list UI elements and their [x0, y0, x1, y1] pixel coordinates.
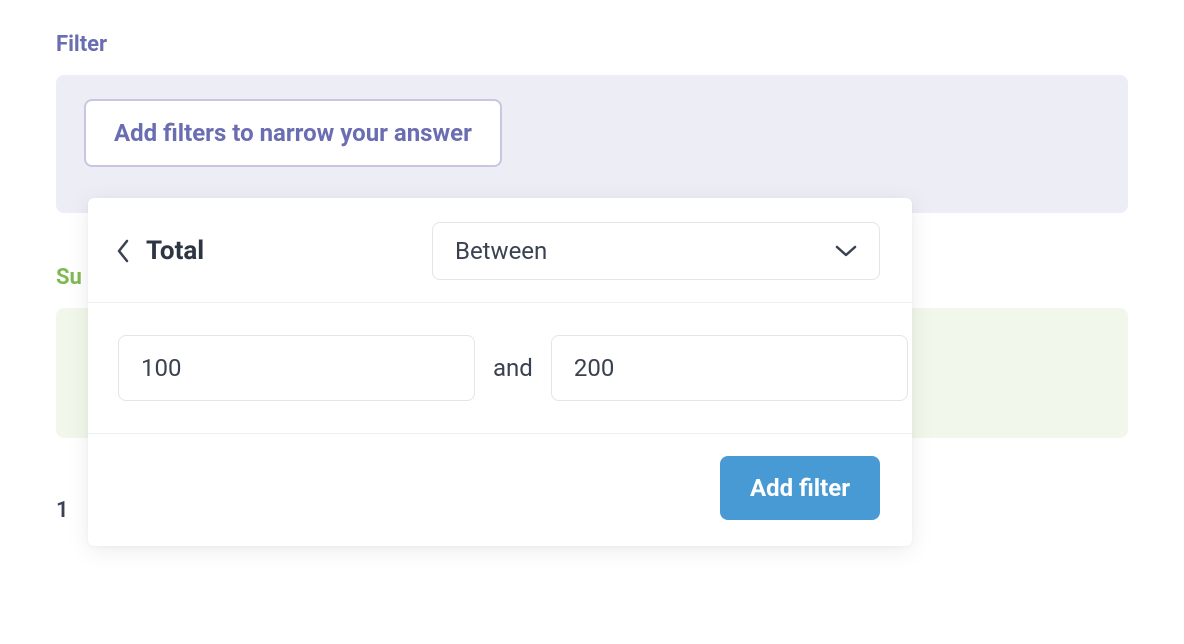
popover-body: and — [88, 303, 912, 434]
range-conjunction: and — [493, 354, 533, 382]
popover-title: Total — [146, 236, 204, 266]
operator-select-value: Between — [455, 237, 547, 265]
operator-select[interactable]: Between — [432, 222, 880, 280]
range-to-input[interactable] — [551, 335, 908, 401]
chevron-left-icon[interactable] — [116, 239, 130, 263]
filter-section-label: Filter — [56, 32, 1128, 57]
range-from-input[interactable] — [118, 335, 475, 401]
filter-popover: Total Between and Add filter — [88, 198, 912, 546]
chevron-down-icon — [835, 244, 857, 258]
filter-panel: Add filters to narrow your answer — [56, 75, 1128, 213]
popover-header: Total Between — [88, 198, 912, 303]
add-filter-button[interactable]: Add filter — [720, 456, 880, 520]
add-filter-pill[interactable]: Add filters to narrow your answer — [84, 99, 502, 167]
popover-footer: Add filter — [88, 434, 912, 546]
